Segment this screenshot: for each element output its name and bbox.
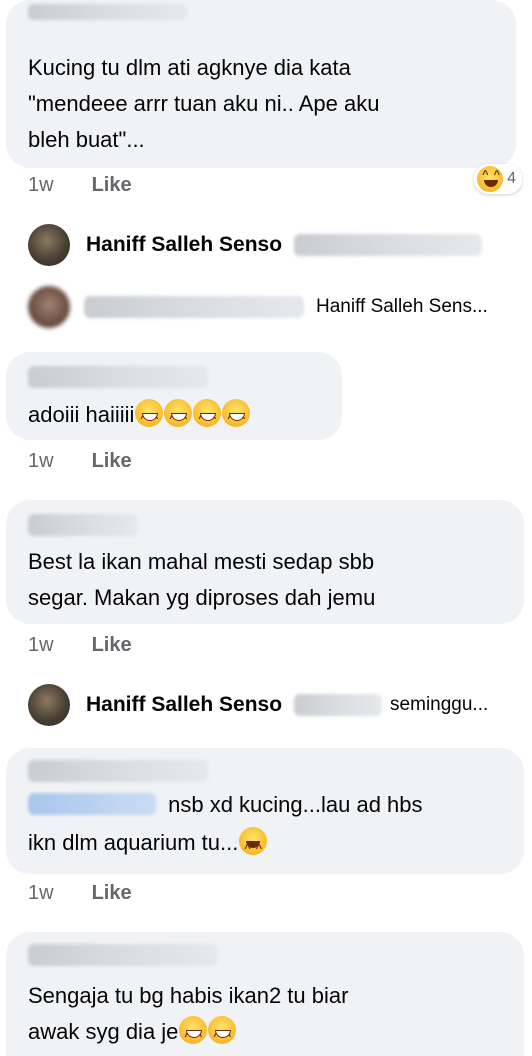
haha-emoji-icon (477, 166, 504, 192)
like-button[interactable]: Like (92, 882, 132, 905)
comment-bubble: Kucing tu dlm ati agknye dia kata "mende… (6, 0, 516, 168)
commenter-name-blurred[interactable] (28, 760, 208, 782)
reply-row[interactable]: Haniff Salleh Senso seminggu... (28, 684, 488, 726)
comment-bubble: nsb xd kucing...lau ad hbs ikn dlm aquar… (6, 748, 524, 874)
like-button[interactable]: Like (92, 174, 132, 197)
commenter-name-blurred[interactable] (28, 4, 188, 20)
reaction-badge[interactable]: 4 (474, 164, 522, 194)
reply-row[interactable]: Haniff Salleh Senso (28, 224, 483, 266)
reply-preview-text: Haniff Salleh Sens... (316, 296, 488, 317)
avatar[interactable] (28, 286, 70, 328)
comment-bubble: Best la ikan mahal mesti sedap sbb segar… (6, 500, 524, 624)
comment-text-row: Sengaja tu bg habis ikan2 tu biar awak s… (28, 978, 349, 1055)
reply-preview-text: seminggu... (390, 694, 489, 715)
grinning-emoji-icon (193, 399, 222, 436)
comment-meta: 1w Like (28, 882, 132, 905)
comment-text: nsb xd kucing...lau ad hbs (168, 792, 423, 817)
reply-preview-blurred (294, 234, 483, 256)
like-button[interactable]: Like (92, 634, 132, 657)
comment-meta: 1w Like (28, 450, 132, 473)
comment-text-row: nsb xd kucing...lau ad hbs ikn dlm aquar… (28, 786, 423, 868)
reply-time-blurred (294, 694, 383, 716)
timestamp: 1w (28, 450, 54, 472)
timestamp: 1w (28, 634, 54, 656)
commenter-name-blurred[interactable] (28, 944, 218, 966)
grinning-emoji-icon (179, 1016, 208, 1055)
comment-bubble: adoiii haiiiii (6, 352, 342, 440)
comment-text: Kucing tu dlm ati agknye dia kata "mende… (28, 55, 380, 152)
comment-text: Sengaja tu bg habis ikan2 tu biar (28, 983, 349, 1008)
comment-text: adoiii haiiiii (28, 402, 135, 427)
commenter-name-blurred[interactable] (28, 514, 138, 536)
comment-meta: 1w Like (28, 634, 132, 657)
comment-text: Best la ikan mahal mesti sedap sbb segar… (28, 549, 376, 610)
timestamp: 1w (28, 174, 54, 196)
grinning-emoji-icon (222, 399, 251, 436)
haha-emoji-icon (239, 827, 268, 868)
grinning-emoji-icon (208, 1016, 237, 1055)
grinning-emoji-icon (164, 399, 193, 436)
comment-text-row: adoiii haiiiii (28, 398, 251, 436)
grinning-emoji-icon (135, 399, 164, 436)
comment-text-continued: awak syg dia je (28, 1019, 179, 1044)
reply-author-blurred (84, 296, 304, 318)
reply-row[interactable]: Haniff Salleh Sens... (28, 286, 488, 328)
reply-author-name[interactable]: Haniff Salleh Senso (86, 693, 282, 717)
comment-bubble: Sengaja tu bg habis ikan2 tu biar awak s… (6, 932, 524, 1056)
reply-author-name[interactable]: Haniff Salleh Senso (86, 233, 282, 257)
commenter-name-blurred[interactable] (28, 366, 208, 388)
reaction-count: 4 (507, 170, 516, 187)
avatar[interactable] (28, 684, 70, 726)
comment-text-continued: ikn dlm aquarium tu... (28, 830, 239, 855)
like-button[interactable]: Like (92, 450, 132, 473)
avatar[interactable] (28, 224, 70, 266)
comment-meta: 1w Like (28, 174, 132, 197)
tagged-user-blurred[interactable] (28, 793, 156, 815)
timestamp: 1w (28, 882, 54, 904)
